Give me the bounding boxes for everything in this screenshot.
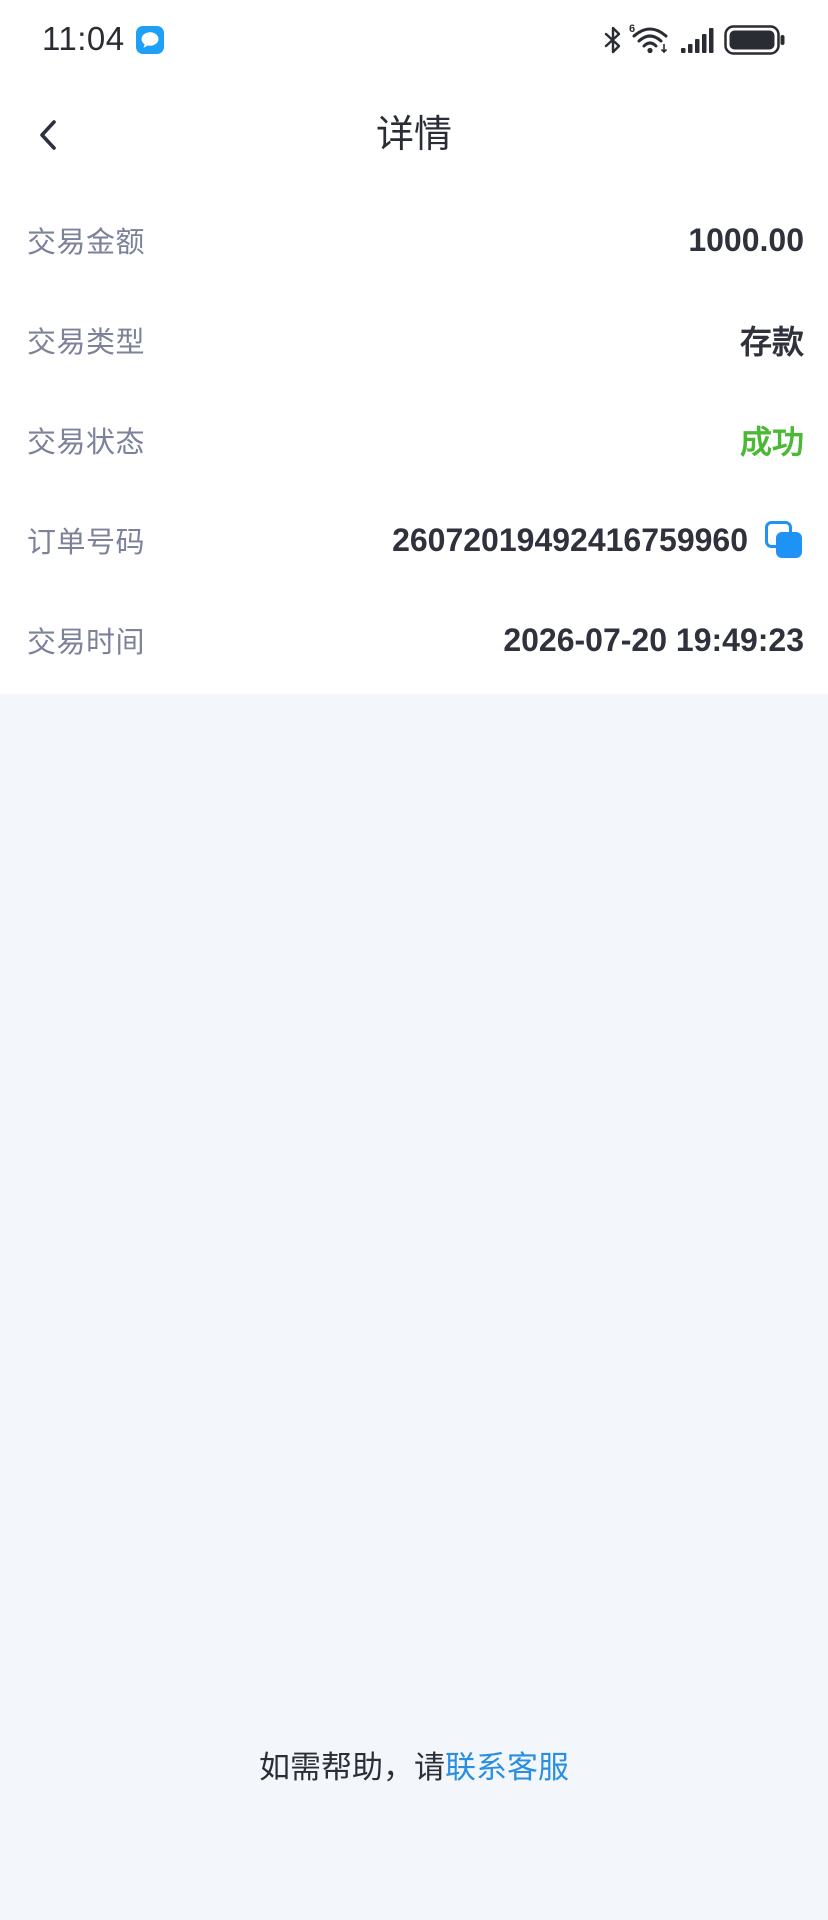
- detail-row-order-number: 订单号码 26072019492416759960: [0, 490, 828, 590]
- details-card: 11:04 6 详情 交易金额 1000.00 交易类型 存款 交易状态 成功 …: [0, 0, 828, 694]
- type-label: 交易类型: [27, 327, 146, 359]
- status-time: 11:04: [42, 20, 125, 57]
- contact-support-link[interactable]: 联系客服: [445, 1750, 569, 1785]
- amount-label: 交易金额: [27, 227, 146, 259]
- details-list: 交易金额 1000.00 交易类型 存款 交易状态 成功 订单号码 260720…: [0, 190, 828, 690]
- help-prefix-text: 如需帮助，请: [259, 1750, 445, 1785]
- bluetooth-icon: [604, 26, 621, 54]
- nav-header: 详情: [0, 80, 828, 190]
- wifi-6-icon: 6: [629, 23, 668, 54]
- time-value: 2026-07-20 19:49:23: [503, 621, 804, 658]
- detail-row-time: 交易时间 2026-07-20 19:49:23: [0, 590, 828, 690]
- wifi-badge: 6: [629, 23, 635, 35]
- chat-bubble-icon: [136, 26, 164, 54]
- copy-icon[interactable]: [764, 520, 804, 560]
- detail-row-type: 交易类型 存款: [0, 290, 828, 390]
- signal-icon: [681, 28, 714, 53]
- help-footer: 如需帮助，请联系客服: [0, 1748, 828, 1788]
- battery-icon: [724, 25, 785, 55]
- order-number-value: 26072019492416759960: [392, 521, 748, 558]
- amount-value: 1000.00: [688, 221, 804, 258]
- status-value: 成功: [739, 424, 804, 460]
- detail-row-amount: 交易金额 1000.00: [0, 190, 828, 290]
- detail-row-status: 交易状态 成功: [0, 390, 828, 490]
- status-label: 交易状态: [27, 427, 146, 459]
- type-value: 存款: [739, 324, 804, 360]
- time-label: 交易时间: [27, 627, 146, 659]
- page-title: 详情: [375, 114, 452, 156]
- status-bar: 11:04 6: [0, 0, 828, 80]
- order-number-label: 订单号码: [27, 527, 146, 559]
- order-number-group: 26072019492416759960: [392, 520, 804, 560]
